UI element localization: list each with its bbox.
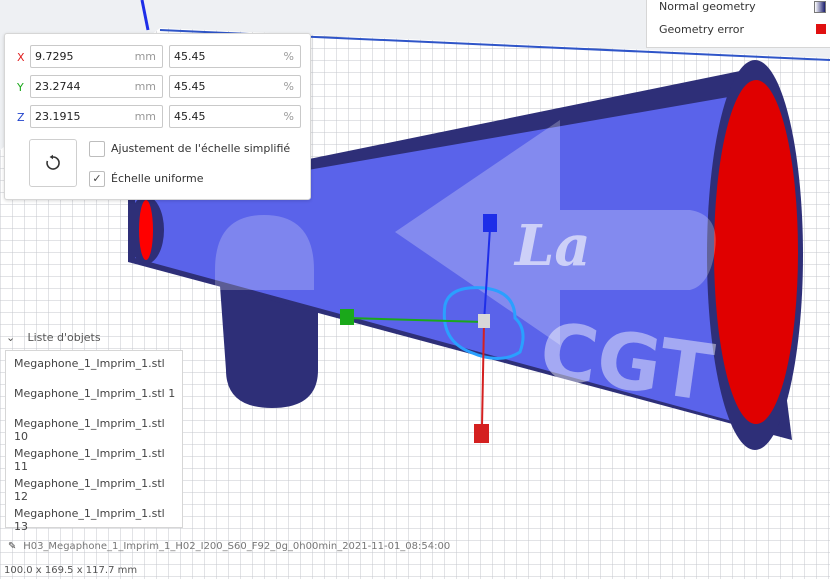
z-size-value: 23.1915 [35,110,81,123]
x-size-input[interactable]: 9.7295 mm [30,45,163,68]
check-icon: ✓ [92,172,102,185]
legend-error-swatch [816,24,826,34]
y-size-input[interactable]: 23.2744 mm [30,75,163,98]
list-item[interactable]: Megaphone_1_Imprim_1.stl [14,357,165,370]
axis-x-label: X [17,51,25,64]
gizmo-z-handle [483,214,497,232]
x-percent-input[interactable]: 45.45 % [169,45,301,68]
reset-rotate-icon [46,154,60,170]
uniform-scale-checkbox[interactable]: ✓ [89,171,105,187]
model-text-la: La [513,213,591,279]
legend-normal-label: Normal geometry [659,0,756,13]
axis-y-label: Y [17,81,24,94]
simplified-scale-checkbox[interactable] [89,141,105,157]
list-item[interactable]: Megaphone_1_Imprim_1.stl 1 [14,387,175,400]
z-percent-value: 45.45 [174,110,206,123]
model-dimensions: 100.0 x 169.5 x 117.7 mm [4,565,138,576]
x-percent-value: 45.45 [174,50,206,63]
list-item[interactable]: Megaphone_1_Imprim_1.stl 11 [14,447,182,473]
legend-error-label: Geometry error [659,23,744,36]
geometry-legend: Normal geometry Geometry error [646,0,830,48]
object-list-title: Liste d'objets [27,331,101,344]
job-name-bar: ✎ H03_Megaphone_1_Imprim_1_H02_I200_S60_… [8,541,450,552]
list-item[interactable]: Megaphone_1_Imprim_1.stl 13 [14,507,182,533]
list-item[interactable]: Megaphone_1_Imprim_1.stl 10 [14,417,182,443]
uniform-scale-label: Échelle uniforme [111,172,204,185]
scale-tool-panel: X 9.7295 mm 45.45 % Y 23.2744 mm 45.45 %… [4,33,311,200]
y-size-value: 23.2744 [35,80,81,93]
axis-z-label: Z [17,111,25,124]
gizmo-x-handle [474,424,489,443]
y-size-unit: mm [134,80,156,93]
y-percent-value: 45.45 [174,80,206,93]
y-percent-input[interactable]: 45.45 % [169,75,301,98]
chevron-down-icon: ⌄ [6,331,16,344]
pencil-icon[interactable]: ✎ [8,541,20,552]
z-size-unit: mm [134,110,156,123]
legend-normal-swatch [814,1,826,13]
x-percent-unit: % [283,50,294,63]
gizmo-y-handle [340,309,354,325]
z-size-input[interactable]: 23.1915 mm [30,105,163,128]
list-item[interactable]: Megaphone_1_Imprim_1.stl 12 [14,477,182,503]
x-size-unit: mm [134,50,156,63]
simplified-scale-label: Ajustement de l'échelle simplifié [111,142,291,155]
object-list: Megaphone_1_Imprim_1.stl Megaphone_1_Imp… [5,350,183,533]
job-name: H03_Megaphone_1_Imprim_1_H02_I200_S60_F9… [23,541,451,552]
z-percent-input[interactable]: 45.45 % [169,105,301,128]
y-percent-unit: % [283,80,294,93]
object-list-header[interactable]: ⌄ Liste d'objets [6,331,101,344]
gizmo-center [478,314,490,328]
reset-scale-button[interactable] [29,139,77,187]
x-size-value: 9.7295 [35,50,74,63]
z-percent-unit: % [283,110,294,123]
